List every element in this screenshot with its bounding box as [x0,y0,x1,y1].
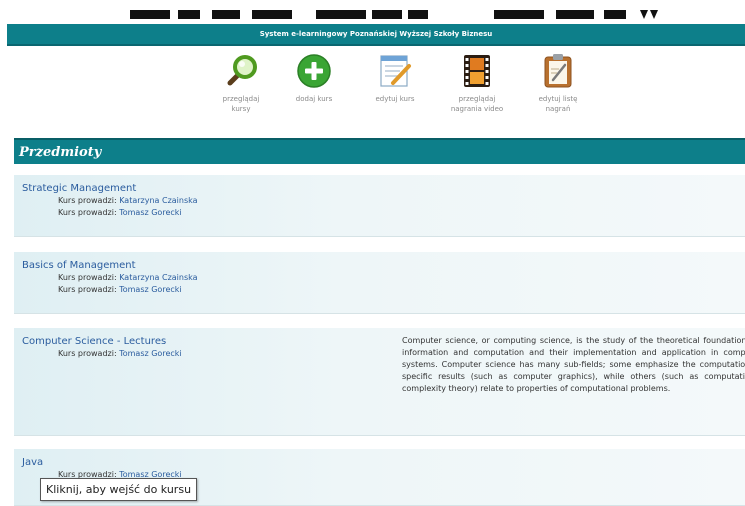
edit-recordings-button[interactable]: edytuj listę nagrań [518,52,598,114]
browse-courses-button[interactable]: przeglądaj kursy [201,52,281,114]
enter-course-tooltip: Kliknij, aby wejść do kursu [40,478,198,501]
teacher-prefix: Kurs prowadzi: [58,273,117,282]
main-toolbar: przeglądaj kursy dodaj kurs edytuj kurs [0,52,745,124]
edit-course-label: edytuj kurs [375,95,415,103]
edit-course-button[interactable]: edytuj kurs [355,52,435,104]
teacher-name-link[interactable]: Tomasz Gorecki [119,349,181,358]
teacher-prefix: Kurs prowadzi: [58,196,117,205]
course-teacher-line: Kurs prowadzi: Katarzyna Czainska [22,195,745,207]
course-teacher-line: Kurs prowadzi: Tomasz Gorecki [22,284,745,296]
edit-document-icon [376,52,414,90]
add-course-label: dodaj kurs [295,95,333,103]
teacher-name-link[interactable]: Tomasz Gorecki [119,208,181,217]
section-title: Przedmioty [19,144,102,160]
course-title-link[interactable]: Strategic Management [22,182,745,195]
course-title-link[interactable]: Basics of Management [22,259,745,272]
site-title-bar: System e-learningowy Poznańskiej Wyższej… [7,24,745,46]
add-course-button[interactable]: dodaj kurs [274,52,354,104]
add-plus-icon [295,52,333,90]
site-logo-cropped [0,0,745,20]
course-row-computer-science-lectures[interactable]: Computer Science - Lectures Kurs prowadz… [14,328,745,436]
subjects-section-header: Przedmioty [14,138,745,164]
browse-videos-button[interactable]: przeglądaj nagrania video [437,52,517,114]
magnifier-icon [222,52,260,90]
clipboard-icon [539,52,577,90]
tooltip-text: Kliknij, aby wejść do kursu [46,483,192,496]
course-teacher-line: Kurs prowadzi: Katarzyna Czainska [22,272,745,284]
teacher-prefix: Kurs prowadzi: [58,208,117,217]
browse-videos-label-2: nagrania video [450,105,504,113]
film-strip-icon [458,52,496,90]
teacher-name-link[interactable]: Tomasz Gorecki [119,285,181,294]
edit-recordings-label-1: edytuj listę [538,95,578,103]
browse-courses-label-1: przeglądaj [222,95,260,103]
teacher-name-link[interactable]: Katarzyna Czainska [119,196,197,205]
course-row-strategic-management[interactable]: Strategic Management Kurs prowadzi: Kata… [14,175,745,237]
teacher-prefix: Kurs prowadzi: [58,285,117,294]
course-row-basics-of-management[interactable]: Basics of Management Kurs prowadzi: Kata… [14,252,745,314]
course-teacher-line: Kurs prowadzi: Tomasz Gorecki [22,207,745,219]
browse-courses-label-2: kursy [231,105,251,113]
browse-videos-label-1: przeglądaj [458,95,496,103]
course-description: Computer science, or computing science, … [402,336,745,393]
course-title-link[interactable]: Java [22,456,745,469]
edit-recordings-label-2: nagrań [545,105,571,113]
teacher-prefix: Kurs prowadzi: [58,349,117,358]
teacher-name-link[interactable]: Katarzyna Czainska [119,273,197,282]
site-title: System e-learningowy Poznańskiej Wyższej… [259,30,493,38]
